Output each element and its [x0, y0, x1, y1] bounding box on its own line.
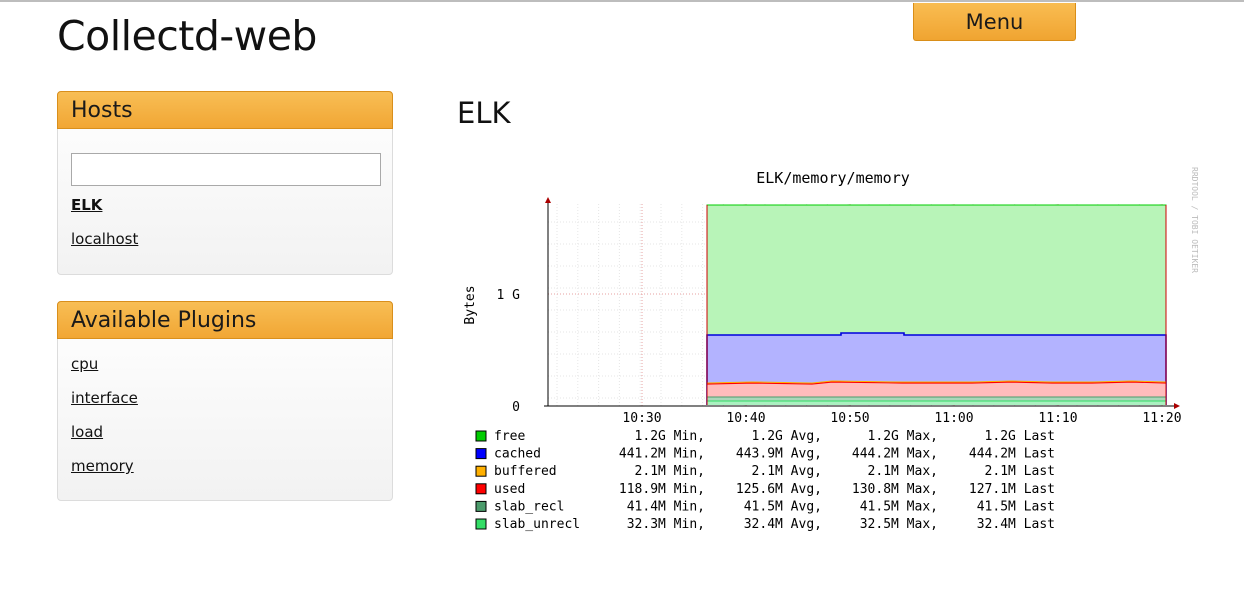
graph-title: ELK/memory/memory: [756, 169, 910, 187]
legend-last: 127.1M Last: [969, 482, 1055, 497]
legend-max: 32.5M Max,: [860, 517, 938, 532]
legend-swatch: [475, 500, 487, 512]
x-tick-label: 10:30: [622, 411, 661, 426]
legend-max: 1.2G Max,: [868, 429, 938, 444]
x-axis-arrow: [1174, 403, 1180, 409]
host-link-localhost[interactable]: localhost: [71, 230, 138, 248]
host-link-elk[interactable]: ELK: [71, 196, 102, 214]
legend-last: 1.2G Last: [985, 429, 1055, 444]
legend-swatch: [475, 518, 487, 530]
y-tick-label: 0: [512, 400, 520, 415]
x-tick-label: 11:10: [1038, 411, 1077, 426]
x-tick-label: 10:50: [830, 411, 869, 426]
hosts-panel-title: Hosts: [57, 91, 393, 129]
legend-max: 444.2M Max,: [852, 447, 938, 462]
legend-min: 441.2M Min,: [619, 447, 705, 462]
plugin-link-load[interactable]: load: [71, 423, 103, 441]
legend-avg: 41.5M Avg,: [744, 499, 822, 514]
legend-min: 2.1M Min,: [635, 464, 705, 479]
legend-avg: 443.9M Avg,: [736, 447, 822, 462]
legend-name: slab_recl: [494, 499, 564, 514]
x-tick-label: 10:40: [726, 411, 765, 426]
legend-avg: 1.2G Avg,: [752, 429, 822, 444]
legend-swatch: [475, 465, 487, 477]
x-tick-label: 11:00: [934, 411, 973, 426]
legend-avg: 32.4M Avg,: [744, 517, 822, 532]
host-title: ELK: [457, 96, 511, 130]
legend-swatch: [475, 483, 487, 495]
legend-last: 32.4M Last: [977, 517, 1055, 532]
app-title: Collectd-web: [57, 12, 317, 60]
area-free: [706, 204, 1167, 336]
legend-last: 41.5M Last: [977, 499, 1055, 514]
memory-graph-svg: ELK/memory/memory RRDTOOL / TOBI OETIKER…: [463, 167, 1199, 532]
host-search-input[interactable]: [71, 153, 381, 186]
y-axis-arrow: [545, 197, 551, 203]
legend-min: 32.3M Min,: [627, 517, 705, 532]
hosts-panel: Hosts ELK localhost: [57, 91, 393, 275]
legend-name: buffered: [494, 464, 557, 479]
legend-name: slab_unrecl: [494, 517, 580, 532]
area-slab-recl: [707, 397, 1166, 401]
graph-watermark: RRDTOOL / TOBI OETIKER: [1190, 167, 1199, 273]
legend-avg: 2.1M Avg,: [752, 464, 822, 479]
plugin-link-memory[interactable]: memory: [71, 457, 134, 475]
legend-max: 41.5M Max,: [860, 499, 938, 514]
legend-min: 118.9M Min,: [619, 482, 705, 497]
menu-button[interactable]: Menu: [913, 3, 1076, 41]
legend-name: cached: [494, 447, 541, 462]
memory-graph: ELK/memory/memory RRDTOOL / TOBI OETIKER…: [452, 157, 1212, 546]
legend-name: used: [494, 482, 525, 497]
legend-max: 130.8M Max,: [852, 482, 938, 497]
plugin-link-interface[interactable]: interface: [71, 389, 138, 407]
plugins-panel: Available Plugins cpu interface load mem…: [57, 301, 393, 501]
legend-last: 444.2M Last: [969, 447, 1055, 462]
graph-ylabel: Bytes: [463, 285, 478, 324]
plugin-link-cpu[interactable]: cpu: [71, 355, 98, 373]
y-tick-label: 1 G: [497, 288, 521, 303]
legend-name: free: [494, 429, 525, 444]
plugins-panel-title: Available Plugins: [57, 301, 393, 339]
area-slab-unrecl: [707, 401, 1166, 405]
legend-avg: 125.6M Avg,: [736, 482, 822, 497]
x-tick-label: 11:20: [1142, 411, 1181, 426]
legend-max: 2.1M Max,: [868, 464, 938, 479]
legend-swatch: [475, 448, 487, 460]
graph-legend: free 1.2G Min, 1.2G Avg, 1.2G Max, 1.2G Last…: [475, 429, 1055, 532]
legend-min: 41.4M Min,: [627, 499, 705, 514]
legend-swatch: [475, 430, 487, 442]
legend-last: 2.1M Last: [985, 464, 1055, 479]
legend-min: 1.2G Min,: [635, 429, 705, 444]
